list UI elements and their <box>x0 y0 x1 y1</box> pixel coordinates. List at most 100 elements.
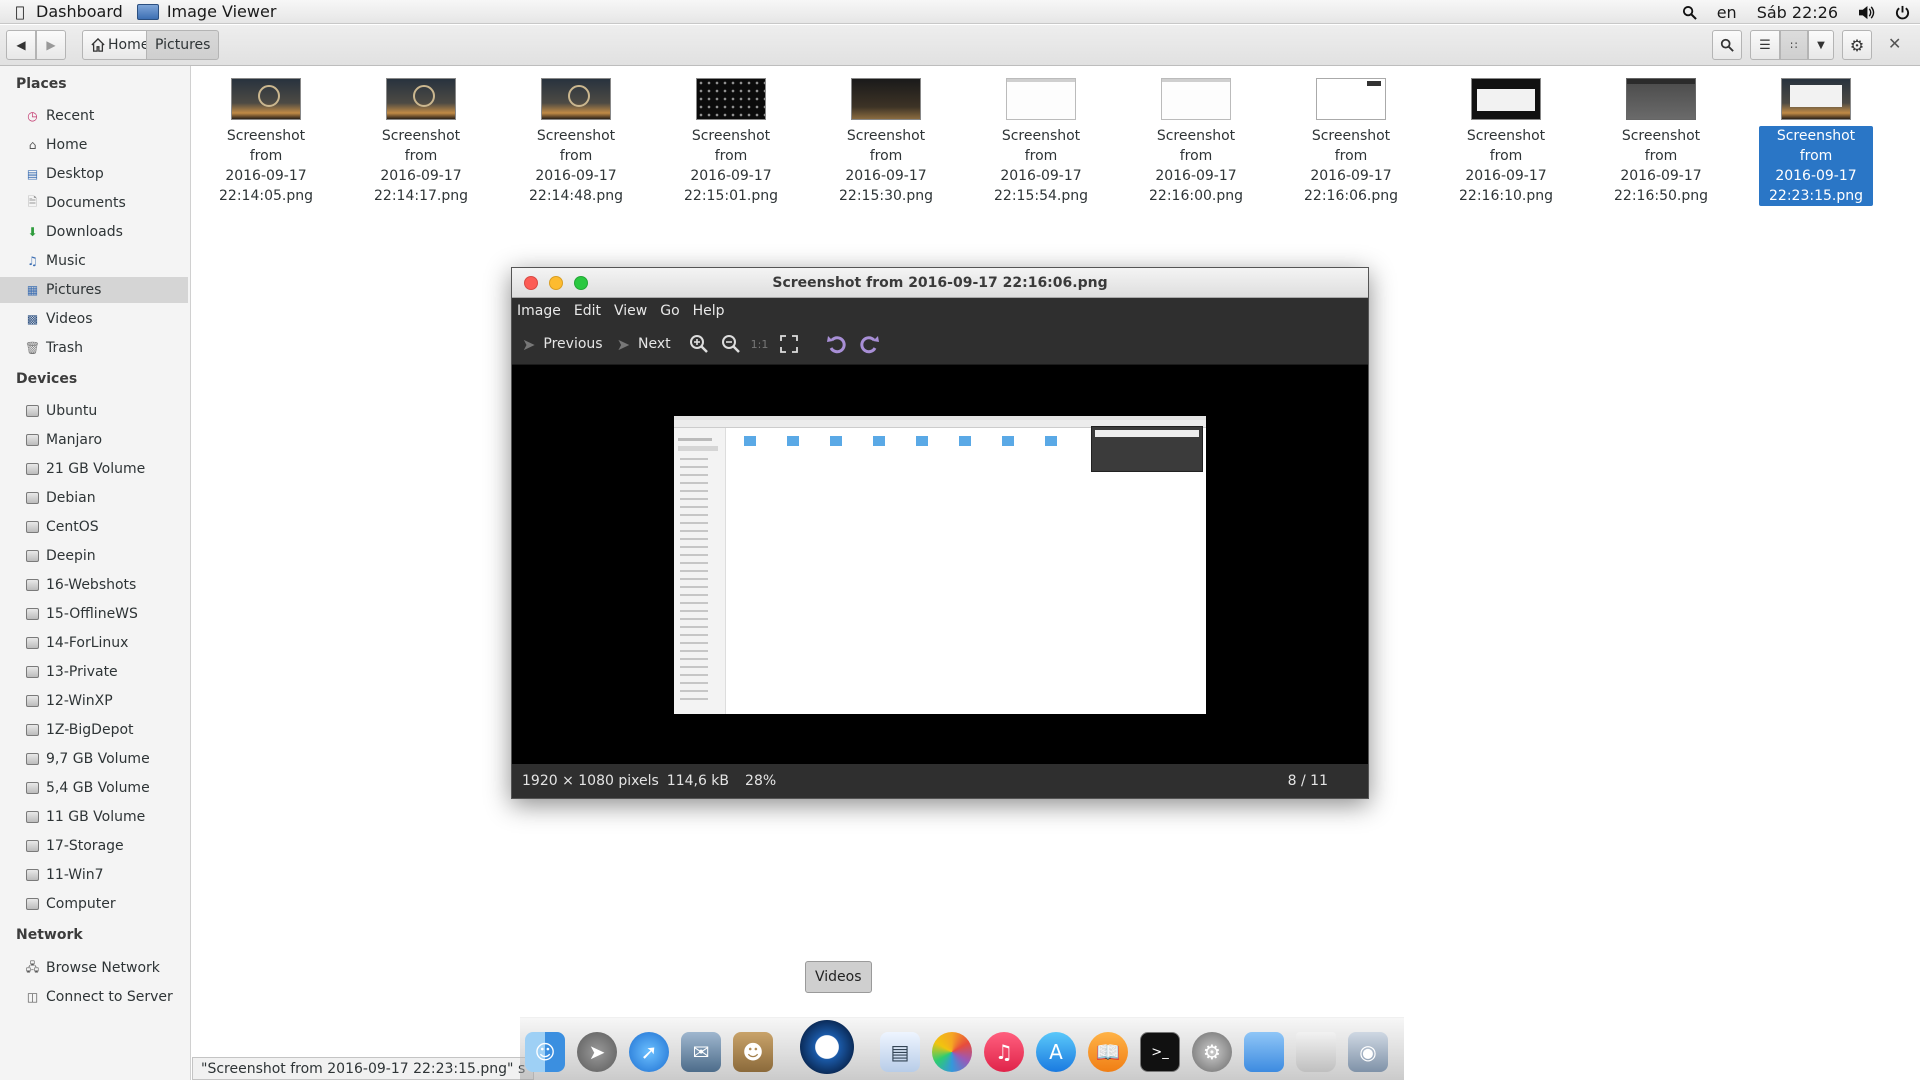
file-item[interactable]: Screenshot from 2016-09-17 22:16:00.png <box>1139 76 1253 204</box>
image-canvas[interactable] <box>512 365 1368 764</box>
rotate-left-icon[interactable] <box>826 333 848 355</box>
trash-icon[interactable] <box>1296 1032 1336 1072</box>
file-item[interactable]: Screenshot from 2016-09-17 22:14:05.png <box>209 76 323 204</box>
ibooks-icon[interactable]: 📖 <box>1088 1032 1128 1072</box>
sidebar-item-documents[interactable]: 🗎 Documents <box>0 190 188 216</box>
image-viewer-icon[interactable]: ◉ <box>1348 1032 1388 1072</box>
finder-icon[interactable]: ☺ <box>525 1032 565 1072</box>
viewer-titlebar[interactable]: Screenshot from 2016-09-17 22:16:06.png <box>512 268 1368 298</box>
preview-icon[interactable]: ▤ <box>880 1032 920 1072</box>
sidebar-item-device[interactable]: 15-OfflineWS <box>0 601 188 627</box>
folder-icon[interactable] <box>1244 1032 1284 1072</box>
file-item[interactable]: Screenshot from 2016-09-17 22:14:17.png <box>364 76 478 204</box>
breadcrumb-pictures[interactable]: Pictures <box>146 30 220 60</box>
clock[interactable]: Sáb 22:26 <box>1757 3 1838 22</box>
sidebar-item-label: Browse Network <box>46 960 160 976</box>
search-icon[interactable] <box>1682 5 1697 20</box>
sidebar-item-device[interactable]: 14-ForLinux <box>0 630 188 656</box>
sidebar-item-device[interactable]: 9,7 GB Volume <box>0 746 188 772</box>
sidebar-item-recent[interactable]: ◷ Recent <box>0 103 188 129</box>
sidebar-item-pictures[interactable]: ▦ Pictures <box>0 277 188 303</box>
menu-image[interactable]: Image <box>517 303 561 319</box>
power-icon[interactable] <box>1895 5 1910 20</box>
file-item[interactable]: Screenshot from 2016-09-17 22:16:10.png <box>1449 76 1563 204</box>
menu-go[interactable]: Go <box>660 303 679 319</box>
thumbnail <box>1006 78 1076 120</box>
forward-button[interactable]: ▶ <box>36 30 66 60</box>
apple-icon[interactable]:  <box>10 3 30 21</box>
image-viewer-window: Screenshot from 2016-09-17 22:16:06.png … <box>511 267 1369 799</box>
sidebar-item-device[interactable]: 13-Private <box>0 659 188 685</box>
rotate-right-icon[interactable] <box>858 333 880 355</box>
devices-heading: Devices <box>16 371 78 387</box>
sidebar-item-browse-network[interactable]: 🖧 Browse Network <box>0 955 188 981</box>
sidebar-item-label: Deepin <box>46 548 96 564</box>
file-item[interactable]: Screenshot from 2016-09-17 22:14:48.png <box>519 76 633 204</box>
zoom-out-icon[interactable] <box>721 334 741 354</box>
maximize-button[interactable] <box>574 276 588 290</box>
search-button[interactable] <box>1712 30 1742 60</box>
sidebar-item-connect-to-server[interactable]: ◫ Connect to Server <box>0 984 188 1010</box>
menu-edit[interactable]: Edit <box>574 303 601 319</box>
mail-icon[interactable]: ✉ <box>681 1032 721 1072</box>
sidebar-item-device[interactable]: 1Z-BigDepot <box>0 717 188 743</box>
next-button[interactable]: ➤ Next <box>617 335 671 354</box>
sidebar-item-device[interactable]: 12-WinXP <box>0 688 188 714</box>
sidebar-item-device[interactable]: Ubuntu <box>0 398 188 424</box>
sidebar-item-device[interactable]: 17-Storage <box>0 833 188 859</box>
sidebar-item-device[interactable]: Debian <box>0 485 188 511</box>
minimize-button[interactable] <box>549 276 563 290</box>
sidebar-item-downloads[interactable]: ⬇ Downloads <box>0 219 188 245</box>
close-button[interactable] <box>524 276 538 290</box>
pictures-icon: ▦ <box>26 283 39 297</box>
sidebar-item-desktop[interactable]: ▤ Desktop <box>0 161 188 187</box>
contacts-icon[interactable]: ☻ <box>733 1032 773 1072</box>
fullscreen-icon[interactable] <box>780 335 799 353</box>
system-preferences-icon[interactable]: ⚙ <box>1192 1032 1232 1072</box>
file-item-selected[interactable]: Screenshot from 2016-09-17 22:23:15.png <box>1759 76 1873 206</box>
grid-view-button[interactable]: ∷ <box>1780 30 1808 60</box>
sidebar-item-computer[interactable]: Computer <box>0 891 188 917</box>
file-item[interactable]: Screenshot from 2016-09-17 22:16:06.png <box>1294 76 1408 204</box>
sidebar-item-device[interactable]: Manjaro <box>0 427 188 453</box>
dashboard-menu[interactable]: Dashboard <box>30 2 133 21</box>
sidebar-item-device[interactable]: 11 GB Volume <box>0 804 188 830</box>
file-item[interactable]: Screenshot from 2016-09-17 22:16:50.png <box>1604 76 1718 204</box>
sidebar-item-trash[interactable]: 🗑 Trash <box>0 335 188 361</box>
previous-button[interactable]: ➤ Previous <box>522 335 603 354</box>
sidebar: Places ◷ Recent ⌂ Home ▤ Desktop 🗎 Documents… <box>0 66 191 1080</box>
sidebar-item-device[interactable]: Deepin <box>0 543 188 569</box>
terminal-icon[interactable]: >_ <box>1140 1032 1180 1072</box>
back-button[interactable]: ◀ <box>6 30 36 60</box>
sidebar-item-label: Music <box>46 253 86 269</box>
sidebar-item-device[interactable]: 16-Webshots <box>0 572 188 598</box>
zoom-in-icon[interactable] <box>689 334 709 354</box>
sidebar-item-music[interactable]: ♫ Music <box>0 248 188 274</box>
file-item[interactable]: Screenshot from 2016-09-17 22:15:30.png <box>829 76 943 204</box>
sidebar-item-videos[interactable]: ▩ Videos <box>0 306 188 332</box>
sidebar-item-device[interactable]: 11-Win7 <box>0 862 188 888</box>
safari-icon[interactable]: ➚ <box>629 1032 669 1072</box>
photos-icon[interactable] <box>932 1032 972 1072</box>
sidebar-item-device[interactable]: CentOS <box>0 514 188 540</box>
menu-help[interactable]: Help <box>693 303 725 319</box>
quicktime-icon[interactable] <box>800 1020 854 1074</box>
language-indicator[interactable]: en <box>1717 3 1737 22</box>
close-window-button[interactable]: ✕ <box>1888 34 1901 53</box>
settings-button[interactable]: ⚙ <box>1842 30 1872 60</box>
itunes-icon[interactable]: ♫ <box>984 1032 1024 1072</box>
sidebar-item-home[interactable]: ⌂ Home <box>0 132 188 158</box>
file-item[interactable]: Screenshot from 2016-09-17 22:15:01.png <box>674 76 788 204</box>
app-store-icon[interactable]: A <box>1036 1032 1076 1072</box>
list-view-button[interactable]: ☰ <box>1750 30 1780 60</box>
zoom-normal-button[interactable]: 1:1 <box>751 338 769 351</box>
view-options-button[interactable]: ▼ <box>1808 30 1834 60</box>
menu-view[interactable]: View <box>614 303 647 319</box>
sidebar-item-device[interactable]: 5,4 GB Volume <box>0 775 188 801</box>
app-menu[interactable]: Image Viewer <box>161 2 287 21</box>
sidebar-item-device[interactable]: 21 GB Volume <box>0 456 188 482</box>
file-item[interactable]: Screenshot from 2016-09-17 22:15:54.png <box>984 76 1098 204</box>
launchpad-icon[interactable]: ➤ <box>577 1032 617 1072</box>
volume-icon[interactable] <box>1858 5 1875 20</box>
sidebar-item-label: CentOS <box>46 519 99 535</box>
